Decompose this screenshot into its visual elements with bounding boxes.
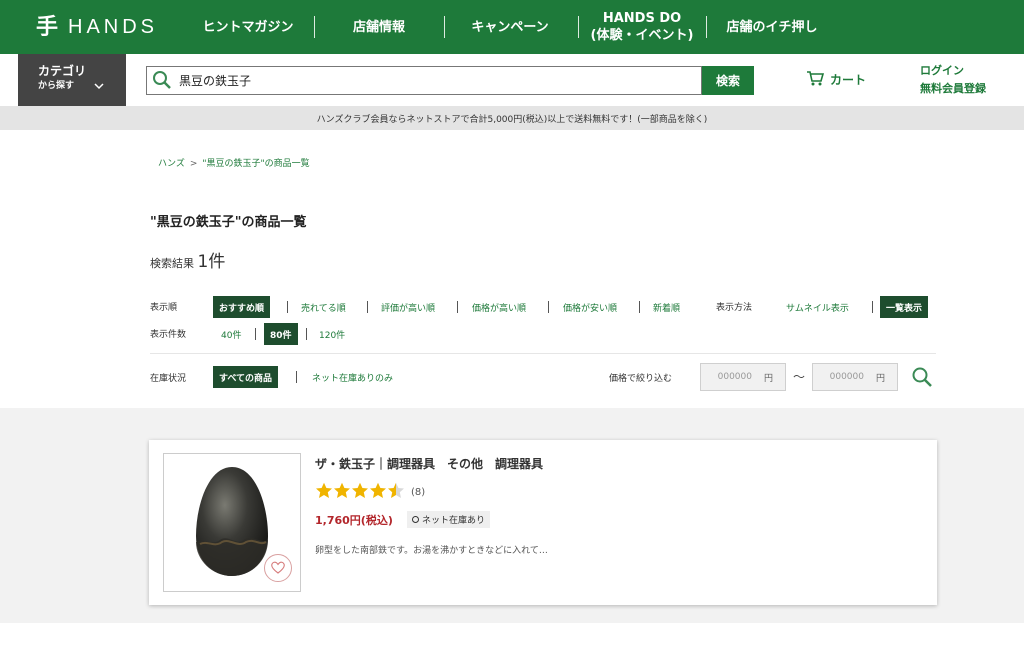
separator: [296, 371, 297, 383]
category-label: カテゴリ: [38, 64, 87, 78]
search-icon: [152, 70, 172, 94]
breadcrumb-current: "黒豆の鉄玉子"の商品一覧: [202, 159, 310, 169]
favorite-button[interactable]: [264, 554, 292, 582]
nav-divider: [444, 16, 445, 38]
nav-label: ヒントマガジン: [202, 19, 294, 35]
nav-divider: [706, 16, 707, 38]
result-label: 検索結果: [150, 257, 194, 270]
stock-badge: ネット在庫あり: [407, 511, 491, 528]
separator: [287, 301, 288, 313]
chevron-down-icon: [94, 80, 104, 93]
price-min-placeholder: 000000: [717, 372, 752, 382]
nav-label: HANDS DO: [602, 11, 682, 26]
display-option-list[interactable]: 一覧表示: [880, 296, 929, 318]
star-icon: [333, 482, 351, 503]
cart-link[interactable]: カート: [806, 70, 866, 89]
price-unit: 円: [763, 373, 773, 384]
separator: [872, 301, 873, 313]
price-range-tilde: 〜: [793, 370, 806, 384]
per-page-label: 表示件数: [150, 330, 187, 340]
sort-option-bestselling[interactable]: 売れてる順: [301, 296, 346, 318]
heart-icon: [271, 559, 285, 578]
separator: [639, 301, 640, 313]
shipping-notice: ハンズクラブ会員ならネットストアで合計5,000円(税込)以上で送料無料です！(…: [0, 106, 1024, 130]
sort-option-rating[interactable]: 評価が高い順: [381, 296, 435, 318]
search-input[interactable]: [179, 70, 679, 91]
nav-hands-do[interactable]: HANDS DO (体験・イベント): [586, 0, 698, 54]
product-price: 1,760円(税込): [315, 514, 393, 527]
review-count[interactable]: (8): [411, 487, 425, 498]
per-page-80[interactable]: 80件: [264, 323, 298, 345]
sort-option-price-low[interactable]: 価格が安い順: [563, 296, 617, 318]
logo-mark: 手: [36, 14, 59, 40]
stock-label: 在庫状況: [150, 374, 187, 384]
account-links: ログイン 無料会員登録: [920, 62, 986, 98]
nav-store-info[interactable]: 店舗情報: [338, 0, 420, 54]
nav-sublabel: (体験・イベント): [590, 28, 694, 43]
price-unit: 円: [875, 373, 885, 384]
sort-option-recommended[interactable]: おすすめ順: [213, 296, 271, 318]
per-page-120[interactable]: 120件: [319, 323, 345, 345]
half-star-icon: [387, 482, 405, 503]
search-box: [146, 66, 702, 95]
nav-campaign[interactable]: キャンペーン: [462, 0, 558, 54]
star-icon: [369, 482, 387, 503]
sort-label: 表示順: [150, 303, 178, 313]
product-description: 卵型をした南部鉄です。お湯を沸かすときなどに入れて…: [315, 546, 548, 556]
stock-option-in-stock[interactable]: ネット在庫ありのみ: [312, 366, 393, 388]
nav-divider: [578, 16, 579, 38]
logo-text: HANDS: [68, 16, 159, 38]
price-max-input[interactable]: 000000 円: [812, 363, 898, 391]
nav-label: キャンペーン: [471, 19, 549, 35]
breadcrumb: ハンズ > "黒豆の鉄玉子"の商品一覧: [158, 156, 310, 169]
product-name[interactable]: ザ・鉄玉子｜調理器具 その他 調理器具: [315, 455, 543, 472]
hands-logo[interactable]: 手 HANDS: [36, 14, 158, 40]
price-search-icon[interactable]: [911, 366, 933, 392]
breadcrumb-separator: >: [189, 159, 198, 169]
separator: [548, 301, 549, 313]
page-title: "黒豆の鉄玉子"の商品一覧: [150, 215, 307, 230]
star-icon: [351, 482, 369, 503]
product-rating: (8): [315, 482, 425, 503]
cart-label: カート: [830, 73, 867, 87]
nav-hint-magazine[interactable]: ヒントマガジン: [196, 0, 300, 54]
result-number: 1件: [197, 252, 226, 272]
category-button[interactable]: カテゴリ から探す: [18, 54, 126, 106]
nav-store-pick[interactable]: 店舗のイチ押し: [718, 0, 826, 54]
nav-divider: [314, 16, 315, 38]
stock-text: ネット在庫あり: [422, 516, 486, 526]
result-count: 検索結果 1件: [150, 247, 225, 272]
separator: [306, 328, 307, 340]
sort-option-price-high[interactable]: 価格が高い順: [472, 296, 526, 318]
nav-label: 店舗のイチ押し: [726, 19, 818, 35]
per-page-40[interactable]: 40件: [221, 323, 241, 345]
filter-divider: [150, 353, 936, 354]
display-label: 表示方法: [716, 303, 753, 313]
price-min-input[interactable]: 000000 円: [700, 363, 786, 391]
category-sublabel: から探す: [38, 81, 75, 91]
price-max-placeholder: 000000: [829, 372, 864, 382]
register-link[interactable]: 無料会員登録: [920, 80, 986, 98]
price-filter-label: 価格で絞り込む: [609, 374, 673, 384]
cart-icon: [806, 70, 830, 89]
separator: [457, 301, 458, 313]
sort-option-newest[interactable]: 新着順: [653, 296, 680, 318]
display-option-thumbnail[interactable]: サムネイル表示: [786, 296, 849, 318]
top-nav-bar: 手 HANDS ヒントマガジン 店舗情報 キャンペーン HANDS DO (体験…: [0, 0, 1024, 54]
circle-icon: [412, 516, 419, 523]
search-button[interactable]: 検索: [702, 66, 754, 95]
separator: [255, 328, 256, 340]
breadcrumb-home[interactable]: ハンズ: [158, 159, 185, 169]
star-icon: [315, 482, 333, 503]
stock-option-all[interactable]: すべての商品: [213, 366, 279, 388]
login-link[interactable]: ログイン: [920, 62, 986, 80]
nav-label: 店舗情報: [352, 19, 405, 35]
separator: [367, 301, 368, 313]
